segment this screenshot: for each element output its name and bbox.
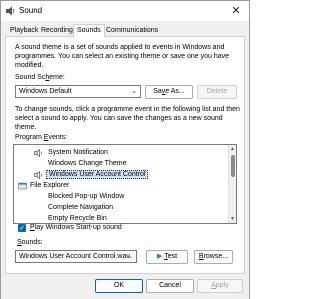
save-as-button[interactable]: Save As... xyxy=(145,85,193,99)
save-as-label-part: Sa xyxy=(153,88,162,95)
window-title: Sound xyxy=(19,6,43,15)
program-events-label-part: vents: xyxy=(48,134,68,141)
scroll-down-icon[interactable]: ▼ xyxy=(230,216,235,222)
chevron-down-icon: ⌄ xyxy=(127,253,133,260)
play-icon: ▶ xyxy=(156,253,163,260)
sound-scheme-label-part: eme: xyxy=(49,74,65,81)
list-item[interactable]: Blocked Pop-up Window xyxy=(14,191,228,202)
save-as-label-part: e As... xyxy=(165,88,185,95)
apply-button[interactable]: Apply xyxy=(197,279,243,293)
explorer-icon xyxy=(18,182,27,190)
list-item-label: Windows User Account Control xyxy=(46,170,149,179)
list-item[interactable]: Complete Navigation xyxy=(14,202,228,213)
ok-button[interactable]: OK xyxy=(95,279,143,293)
sounds-label: Sounds: xyxy=(17,239,43,246)
test-button[interactable]: ▶ Test xyxy=(146,250,188,264)
title-bar: Sound ✕ xyxy=(1,1,249,21)
sound-scheme-label-part: Sound Sc xyxy=(15,74,46,81)
list-item[interactable]: Empty Recycle Bin xyxy=(14,213,228,223)
speaker-app-icon xyxy=(6,6,15,16)
delete-button[interactable]: Delete xyxy=(197,85,237,99)
list-item-label: Complete Navigation xyxy=(48,204,113,211)
sound-dialog: Sound ✕ Playback Recording Sounds Commun… xyxy=(0,0,250,299)
speaker-icon xyxy=(34,149,42,157)
program-events-label-part: Program xyxy=(15,134,44,141)
list-item-label: System Notification xyxy=(48,149,108,156)
startup-sound-checkbox[interactable]: ✓ xyxy=(18,224,26,232)
cancel-button[interactable]: Cancel xyxy=(146,279,194,293)
startup-sound-label[interactable]: Play Windows Start-up sound xyxy=(30,224,122,231)
sound-scheme-select[interactable]: Windows Default ⌄ xyxy=(15,85,141,98)
list-item[interactable]: File Explorer xyxy=(14,180,228,191)
tab-playback[interactable]: Playback xyxy=(7,25,41,37)
sounds-label-part: ounds: xyxy=(21,239,43,246)
speaker-icon xyxy=(34,171,42,179)
scroll-thumb[interactable] xyxy=(231,155,235,177)
scroll-up-icon[interactable]: ▲ xyxy=(230,146,235,152)
sound-scheme-value: Windows Default xyxy=(19,88,72,95)
browse-button[interactable]: Browse... xyxy=(194,250,233,264)
list-item-label: File Explorer xyxy=(30,182,70,189)
chevron-down-icon: ⌄ xyxy=(131,88,137,95)
dialog-footer: OK Cancel Apply xyxy=(1,275,249,299)
test-label-part: est xyxy=(167,253,178,260)
list-item[interactable]: System Notification xyxy=(14,147,228,158)
events-scrollbar[interactable]: ▲ ▼ xyxy=(228,145,236,223)
list-item-selected[interactable]: Windows User Account Control xyxy=(14,169,228,180)
tab-communications[interactable]: Communications xyxy=(103,25,161,37)
program-events-list[interactable]: System Notification Windows Change Theme… xyxy=(13,144,237,224)
apply-label-part: pply xyxy=(215,282,229,289)
sounds-value: Windows User Account Control.wav xyxy=(19,253,130,260)
program-events-label: Program Events: xyxy=(15,134,67,141)
startup-sound-label-part: lay Windows Start-up sound xyxy=(34,224,122,231)
tab-bar: Playback Recording Sounds Communications xyxy=(5,24,245,38)
sound-scheme-label: Sound Scheme: xyxy=(15,74,65,81)
instructions-text: To change sounds, click a programme even… xyxy=(15,106,240,131)
list-item-label: Empty Recycle Bin xyxy=(48,215,107,222)
intro-text: A sound theme is a set of sounds applied… xyxy=(15,44,230,69)
browse-label-part: rowse... xyxy=(203,253,229,260)
tab-recording[interactable]: Recording xyxy=(38,25,76,37)
list-item-label: Blocked Pop-up Window xyxy=(48,193,125,200)
list-item[interactable]: Windows Change Theme xyxy=(14,158,228,169)
close-button[interactable]: ✕ xyxy=(229,4,243,18)
tab-sounds[interactable]: Sounds xyxy=(73,24,105,38)
list-item-label: Windows Change Theme xyxy=(48,160,127,167)
sounds-select[interactable]: Windows User Account Control.wav ⌄ xyxy=(15,250,137,263)
